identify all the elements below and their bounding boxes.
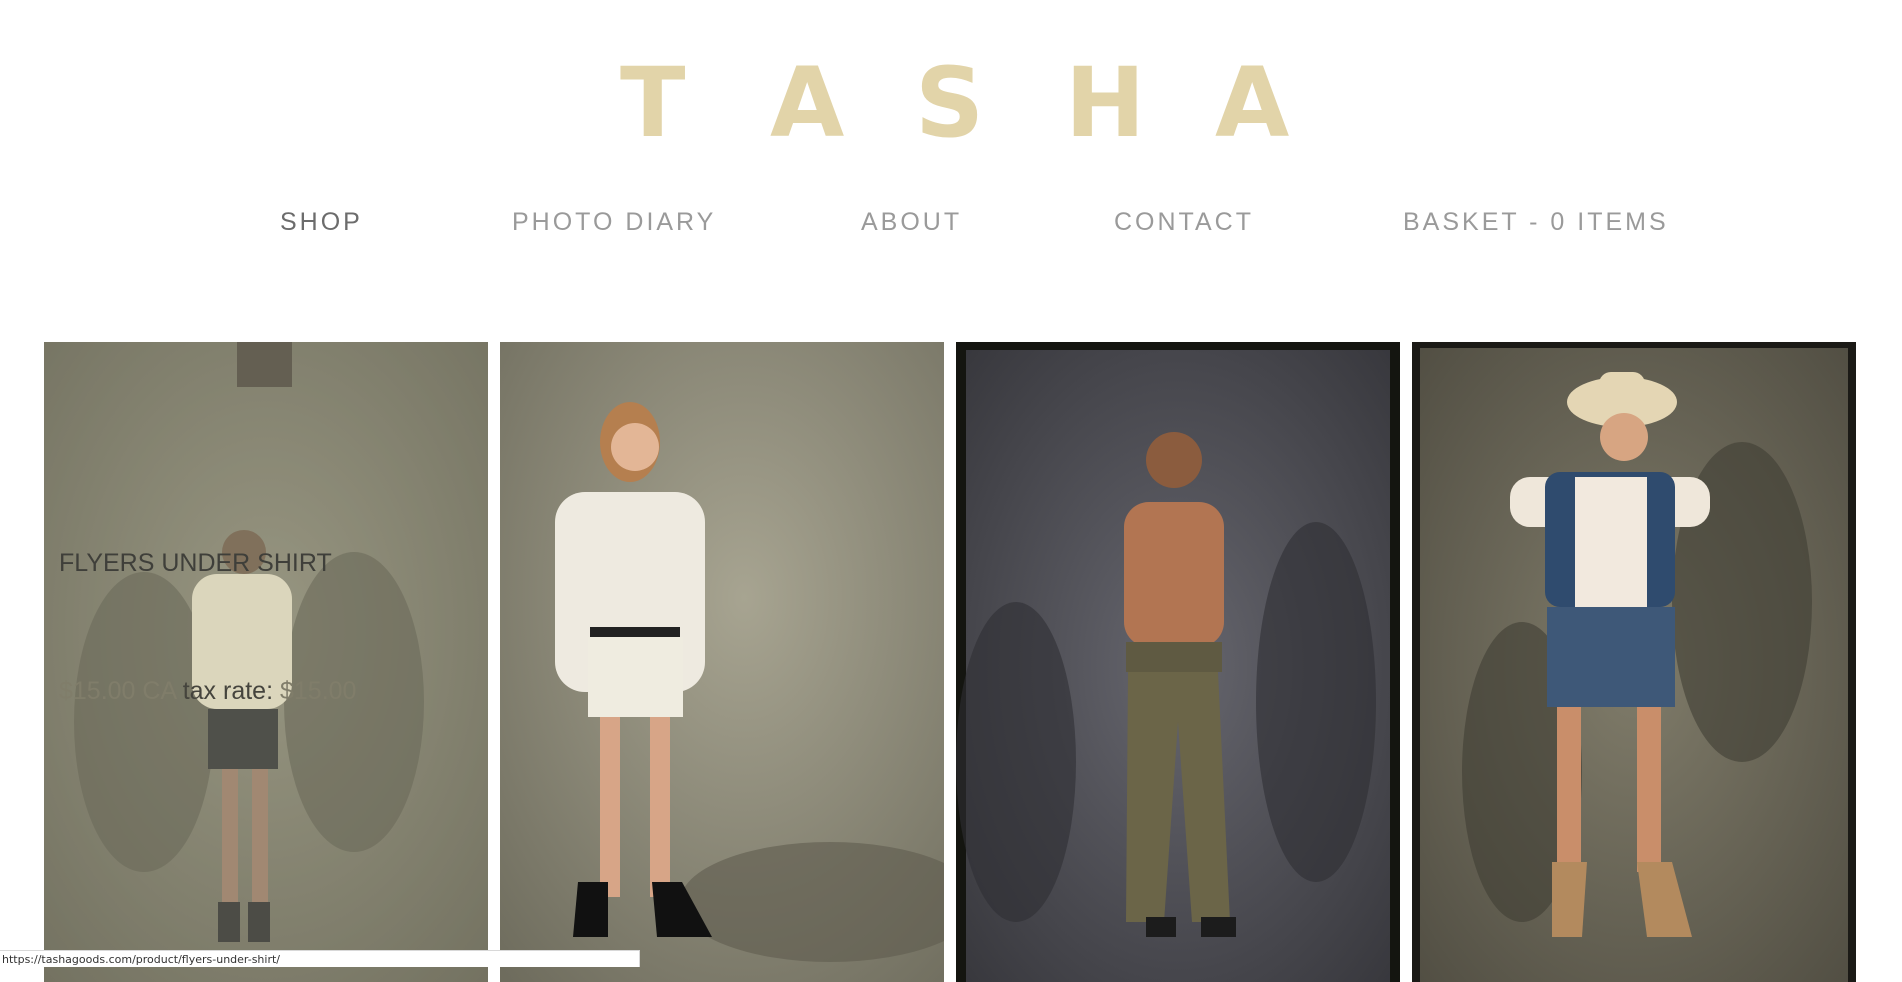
logo-letter-a2: A: [1215, 47, 1290, 159]
product-photo: [956, 342, 1400, 982]
nav-shop[interactable]: SHOP: [280, 205, 363, 239]
nav-photo-diary[interactable]: PHOTO DIARY: [512, 205, 716, 239]
price-prefix: $15.00 CA: [59, 677, 176, 705]
product-card[interactable]: [1412, 342, 1856, 982]
logo-letter-h: H: [1065, 47, 1146, 159]
status-bar-url: https://tashagoods.com/product/flyers-un…: [0, 950, 640, 967]
product-card[interactable]: [500, 342, 944, 982]
product-photo: [500, 342, 944, 982]
logo-letter-s: S: [915, 47, 985, 159]
site-logo[interactable]: T A S H A: [620, 48, 1290, 158]
tax-label: tax rate:: [175, 677, 280, 705]
hover-overlay: [44, 342, 488, 982]
nav-about[interactable]: ABOUT: [861, 205, 962, 239]
product-title[interactable]: FLYERS UNDER SHIRT: [59, 549, 332, 578]
product-card[interactable]: FLYERS UNDER SHIRT $15.00 CA tax rate: $…: [44, 342, 488, 982]
nav-basket[interactable]: BASKET - 0 ITEMS: [1403, 205, 1669, 239]
price-suffix: $15.00: [279, 677, 357, 705]
logo-letter-t: T: [620, 47, 686, 159]
product-photo: [1412, 342, 1856, 982]
nav-contact[interactable]: CONTACT: [1114, 205, 1254, 239]
logo-letter-a: A: [770, 47, 845, 159]
product-card[interactable]: [956, 342, 1400, 982]
main-nav: SHOP PHOTO DIARY ABOUT CONTACT BASKET - …: [0, 205, 1902, 239]
product-price: $15.00 CA tax rate: $15.00: [59, 677, 356, 706]
